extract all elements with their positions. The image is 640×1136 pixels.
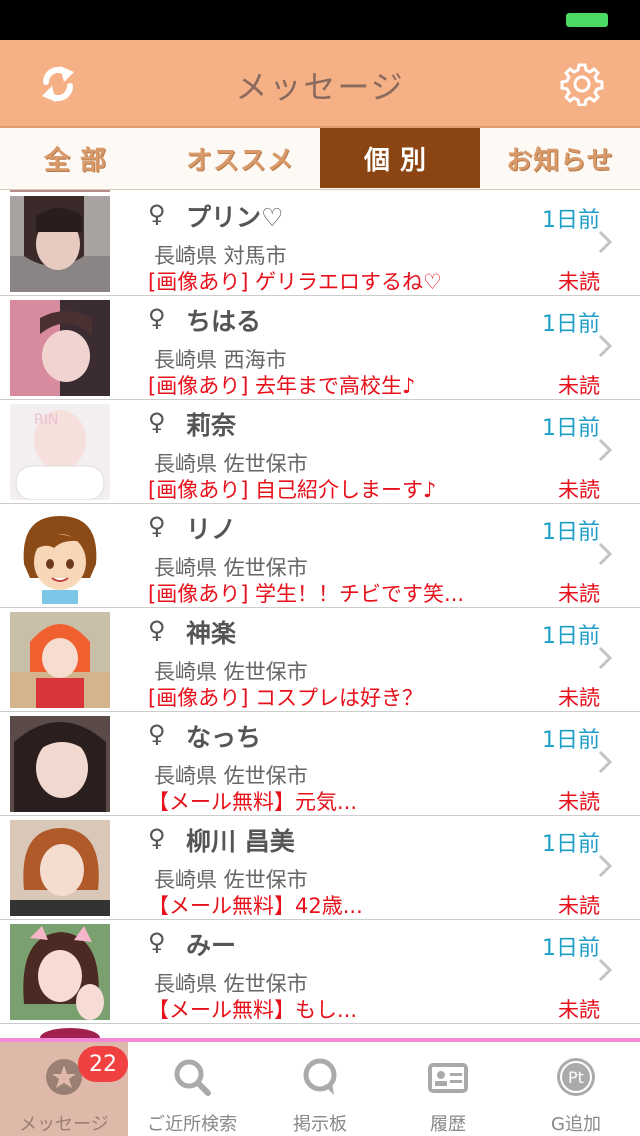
list-item[interactable]: ♀ なっち 1日前 長崎県 佐世保市 【メール無料】元気... 未読 [0, 712, 640, 816]
tab-all[interactable]: 全部 [0, 128, 160, 189]
chevron-right-icon [598, 334, 612, 358]
unread-status: 未読 [558, 478, 600, 502]
message-preview: 【メール無料】42歳... [148, 894, 363, 918]
svg-text:RIN: RIN [34, 412, 58, 428]
list-item[interactable]: ♀ ちはる 1日前 長崎県 西海市 [画像あり] 去年まで高校生♪ 未読 [0, 296, 640, 400]
points-icon-text: Pt [568, 1068, 584, 1087]
female-icon: ♀ [148, 200, 166, 228]
chevron-right-icon [598, 646, 612, 670]
gear-icon [560, 63, 604, 106]
sender-name: 莉奈 [186, 411, 237, 440]
avatar [10, 612, 110, 708]
avatar [10, 924, 110, 1020]
tab-recommended[interactable]: オススメ [160, 128, 320, 189]
female-icon: ♀ [148, 408, 166, 436]
search-icon [174, 1059, 211, 1096]
status-bar [0, 0, 640, 40]
avatar [10, 508, 110, 604]
points-icon: Pt [557, 1058, 595, 1096]
category-tabs: 全部 オススメ 個別 お知らせ [0, 128, 640, 190]
message-preview: [画像あり] 去年まで高校生♪ [148, 374, 416, 398]
unread-status: 未読 [558, 582, 600, 606]
chevron-right-icon [598, 438, 612, 462]
message-preview: [画像あり] コスプレは好き？ [148, 686, 424, 710]
female-icon: ♀ [148, 928, 166, 956]
female-icon: ♀ [148, 720, 166, 748]
nav-label: メッセージ [19, 1114, 109, 1135]
unread-status: 未読 [558, 894, 600, 918]
timestamp: 1日前 [542, 624, 600, 649]
speech-bubble-icon [303, 1058, 337, 1095]
message-preview: 【メール無料】元気... [148, 790, 358, 814]
chevron-right-icon [598, 854, 612, 878]
message-preview: [画像あり] 自己紹介しまーす♪ [148, 478, 437, 502]
avatar [10, 716, 110, 812]
avatar [10, 820, 110, 916]
bottom-tab-bar: 22 メッセージ ご近所検索 掲示板 履歴 Pt G追加 [0, 1042, 640, 1136]
nav-history[interactable]: 履歴 [384, 1042, 512, 1136]
unread-status: 未読 [558, 790, 600, 814]
timestamp: 1日前 [542, 208, 600, 233]
nav-label: G追加 [551, 1114, 601, 1135]
nav-messages[interactable]: 22 メッセージ [0, 1042, 128, 1136]
unread-status: 未読 [558, 998, 600, 1022]
id-card-icon [428, 1063, 468, 1093]
page-title: メッセージ [235, 68, 405, 106]
sender-name: リノ [186, 515, 237, 544]
message-preview: 【メール無料】もし... [148, 998, 358, 1022]
female-icon: ♀ [148, 512, 166, 540]
timestamp: 1日前 [542, 936, 600, 961]
sender-name: みー [186, 931, 237, 960]
nav-label: ご近所検索 [147, 1114, 237, 1135]
avatar [10, 300, 110, 396]
timestamp: 1日前 [542, 416, 600, 441]
message-preview: [画像あり] ゲリラエロするね♡ [148, 270, 442, 294]
nav-add-points[interactable]: Pt G追加 [512, 1042, 640, 1136]
chevron-right-icon [598, 750, 612, 774]
sender-name: 柳川 昌美 [186, 827, 295, 856]
nav-label: 掲示板 [293, 1114, 347, 1135]
list-item[interactable]: ♀ プリン♡ 1日前 長崎県 対馬市 [画像あり] ゲリラエロするね♡ 未読 [0, 192, 640, 296]
timestamp: 1日前 [542, 832, 600, 857]
battery-icon [566, 13, 608, 27]
chevron-right-icon [598, 958, 612, 982]
unread-status: 未読 [558, 686, 600, 710]
avatar: RIN [10, 404, 110, 500]
tab-individual[interactable]: 個別 [320, 128, 480, 188]
list-item[interactable]: ♀ リノ 1日前 長崎県 佐世保市 [画像あり] 学生！！チビです笑... 未読 [0, 504, 640, 608]
list-item[interactable]: ♀ 神楽 1日前 長崎県 佐世保市 [画像あり] コスプレは好き？ 未読 [0, 608, 640, 712]
female-icon: ♀ [148, 304, 166, 332]
list-item[interactable]: ♀ みー 1日前 長崎県 佐世保市 【メール無料】もし... 未読 [0, 920, 640, 1024]
nav-nearby-search[interactable]: ご近所検索 [128, 1042, 256, 1136]
settings-button[interactable] [558, 60, 606, 108]
list-item[interactable]: RIN ♀ 莉奈 1日前 長崎県 佐世保市 [画像あり] 自己紹介しまーす♪ 未… [0, 400, 640, 504]
unread-status: 未読 [558, 374, 600, 398]
message-list[interactable]: ♀ プリン♡ 1日前 長崎県 対馬市 [画像あり] ゲリラエロするね♡ 未読 ♀… [0, 192, 640, 1040]
female-icon: ♀ [148, 824, 166, 852]
sender-name: なっち [186, 723, 262, 752]
app-screen: メッセージ 全部 オススメ 個別 お知らせ ♀ プリン♡ 1日前 長崎県 対馬市… [0, 0, 640, 1136]
chevron-right-icon [598, 230, 612, 254]
tab-notices[interactable]: お知らせ [480, 128, 640, 189]
sender-name: 神楽 [186, 619, 237, 648]
sender-name: プリン♡ [186, 203, 284, 232]
timestamp: 1日前 [542, 312, 600, 337]
timestamp: 1日前 [542, 520, 600, 545]
list-item[interactable]: ♀ 柳川 昌美 1日前 長崎県 佐世保市 【メール無料】42歳... 未読 [0, 816, 640, 920]
female-icon: ♀ [148, 616, 166, 644]
avatar [10, 196, 110, 292]
unread-status: 未読 [558, 270, 600, 294]
chevron-right-icon [598, 542, 612, 566]
sender-name: ちはる [186, 307, 262, 336]
timestamp: 1日前 [542, 728, 600, 753]
header-bar: メッセージ [0, 40, 640, 128]
message-preview: [画像あり] 学生！！チビです笑... [148, 582, 465, 606]
nav-label: 履歴 [430, 1114, 466, 1135]
unread-count-badge: 22 [78, 1046, 128, 1082]
nav-bulletin-board[interactable]: 掲示板 [256, 1042, 384, 1136]
